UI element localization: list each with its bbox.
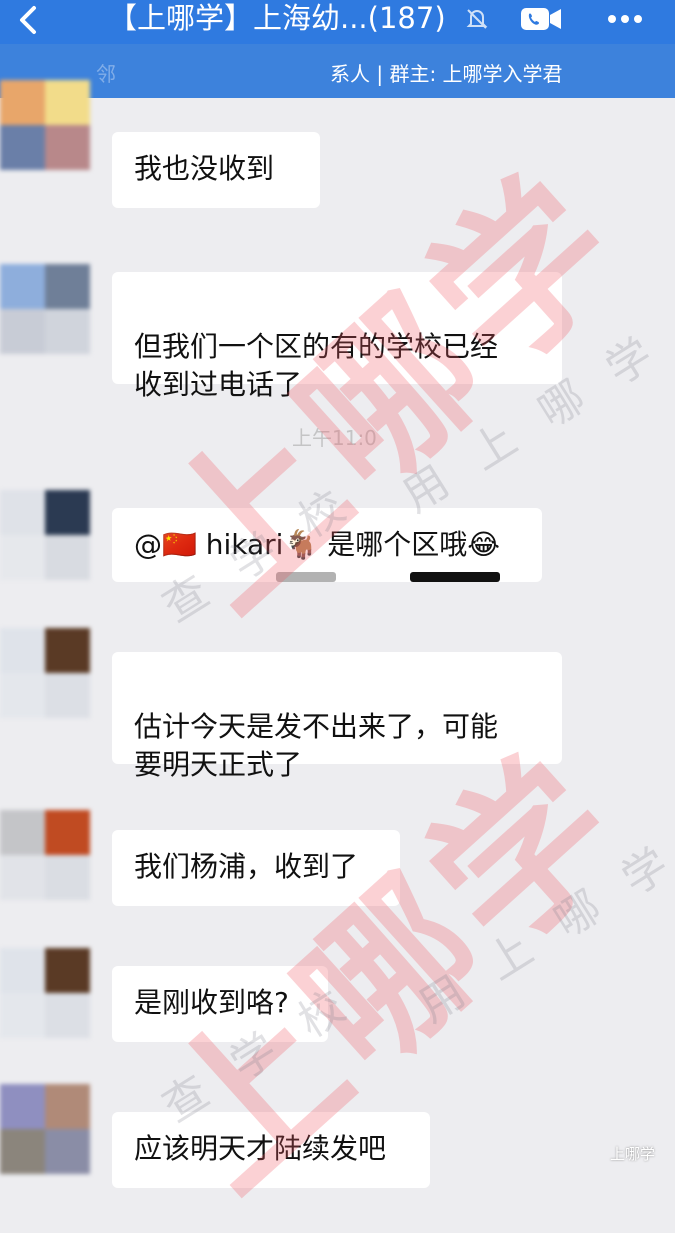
video-call-icon[interactable] xyxy=(519,4,563,34)
more-icon[interactable] xyxy=(605,4,645,34)
avatar[interactable] xyxy=(0,810,90,900)
message-bubble[interactable]: @🇨🇳 hikari🐐 是哪个区哦😂 xyxy=(112,508,542,582)
message-text: 估计今天是发不出来了，可能 要明天正式了 xyxy=(134,710,499,781)
watermark-slogan: 用上哪学 xyxy=(409,819,675,1033)
back-icon[interactable] xyxy=(14,2,44,38)
message-text: 应该明天才陆续发吧 xyxy=(134,1132,387,1165)
message-text: 但我们一个区的有的学校已经 收到过电话了 xyxy=(134,330,499,401)
message-bubble[interactable]: 我们杨浦，收到了 xyxy=(112,830,400,906)
redaction-mark xyxy=(276,572,336,582)
avatar[interactable] xyxy=(0,264,90,354)
message-text: 我也没收到 xyxy=(134,152,275,185)
chat-header: 【上哪学】上海幼...(187) xyxy=(0,0,675,44)
avatar[interactable] xyxy=(0,490,90,580)
message-bubble[interactable]: 我也没收到 xyxy=(112,132,320,208)
group-owner-text: 系人 | 群主: 上哪学入学君 xyxy=(330,62,563,86)
mute-icon xyxy=(466,9,488,29)
message-bubble[interactable]: 估计今天是发不出来了，可能 要明天正式了 xyxy=(112,652,562,781)
message-bubble[interactable]: 是刚收到咯? xyxy=(112,966,328,1042)
message-bubble[interactable]: 但我们一个区的有的学校已经 收到过电话了 xyxy=(112,272,562,401)
message-timestamp: 上午11:0 xyxy=(292,426,377,450)
avatar[interactable] xyxy=(0,1084,90,1174)
message-bubble[interactable]: 应该明天才陆续发吧 xyxy=(112,1112,430,1188)
avatar[interactable] xyxy=(0,948,90,1038)
avatar[interactable] xyxy=(0,628,90,718)
redaction-mark xyxy=(410,572,500,582)
chat-title[interactable]: 【上哪学】上海幼...(187) xyxy=(108,0,446,40)
message-text: 我们杨浦，收到了 xyxy=(134,850,359,883)
corner-watermark: 上哪学 xyxy=(609,1145,655,1163)
group-info-left: 邻 xyxy=(96,62,116,86)
message-text: 是刚收到咯? xyxy=(134,986,289,1019)
message-text: @🇨🇳 hikari🐐 是哪个区哦😂 xyxy=(134,528,500,561)
avatar[interactable] xyxy=(0,80,90,170)
group-info-bar[interactable]: 邻 系人 | 群主: 上哪学入学君 xyxy=(0,44,675,98)
